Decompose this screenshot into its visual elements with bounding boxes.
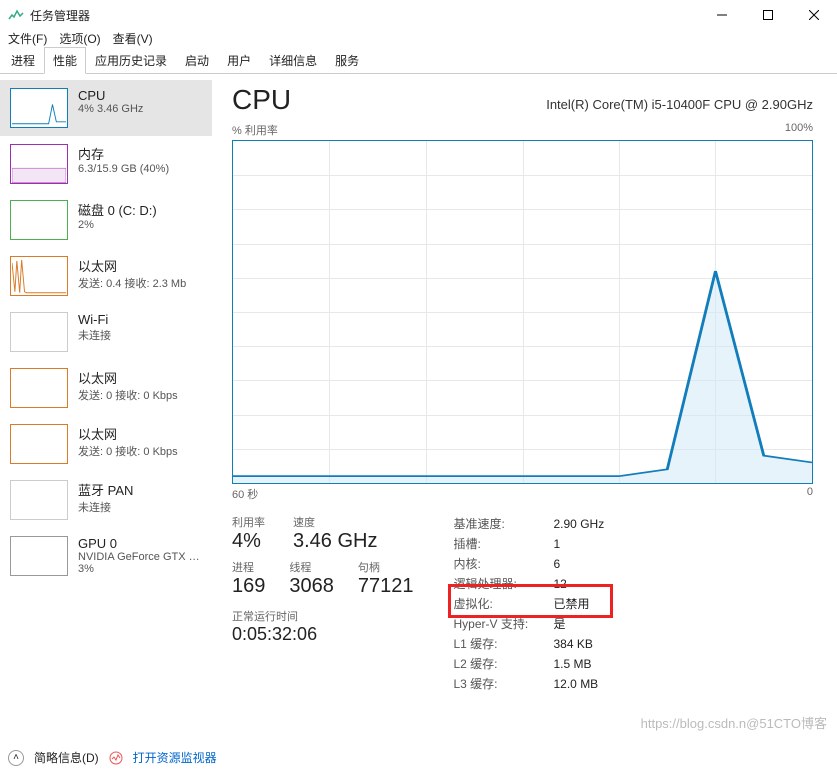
cpu-model: Intel(R) Core(TM) i5-10400F CPU @ 2.90GH…: [546, 97, 813, 112]
tab-services[interactable]: 服务: [326, 47, 368, 74]
minimize-button[interactable]: [699, 0, 745, 30]
proc-label: 进程: [232, 559, 265, 575]
sockets-val: 1: [554, 534, 561, 554]
tab-users[interactable]: 用户: [218, 47, 260, 74]
sockets-key: 插槽:: [454, 534, 536, 554]
sidebar-eth2-label: 以太网: [78, 368, 178, 387]
sidebar-eth1-label: 以太网: [78, 256, 186, 275]
util-value: 4%: [232, 530, 265, 553]
sidebar-gpu-sub: NVIDIA GeForce GTX …: [78, 551, 200, 563]
tab-bar: 进程 性能 应用历史记录 启动 用户 详细信息 服务: [0, 50, 837, 74]
footer: ˄ 简略信息(D) 打开资源监视器: [8, 749, 217, 766]
l1-key: L1 缓存:: [454, 634, 536, 654]
sidebar-item-bluetooth[interactable]: 蓝牙 PAN未连接: [0, 472, 212, 528]
sidebar-eth2-sub: 发送: 0 接收: 0 Kbps: [78, 387, 178, 403]
util-label: 利用率: [232, 514, 265, 530]
hyperv-key: Hyper-V 支持:: [454, 614, 536, 634]
virt-val: 已禁用: [554, 594, 590, 614]
l2-key: L2 缓存:: [454, 654, 536, 674]
cpu-utilization-chart[interactable]: [232, 140, 813, 484]
watermark: https://blog.csdn.n@51CTO博客: [641, 713, 827, 732]
l3-key: L3 缓存:: [454, 674, 536, 694]
tab-performance[interactable]: 性能: [44, 47, 86, 74]
uptime-value: 0:05:32:06: [232, 624, 414, 645]
sidebar-item-wifi[interactable]: Wi-Fi未连接: [0, 304, 212, 360]
basefreq-val: 2.90 GHz: [554, 514, 605, 534]
sidebar-gpu-label: GPU 0: [78, 536, 200, 551]
chart-ylabel: % 利用率: [232, 122, 278, 138]
window-title: 任务管理器: [30, 7, 90, 24]
sidebar-item-cpu[interactable]: CPU4% 3.46 GHz: [0, 80, 212, 136]
sidebar-eth3-label: 以太网: [78, 424, 178, 443]
sidebar-disk0-sub: 2%: [78, 219, 157, 231]
tab-details[interactable]: 详细信息: [260, 47, 326, 74]
sidebar-item-ethernet-3[interactable]: 以太网发送: 0 接收: 0 Kbps: [0, 416, 212, 472]
chart-xleft: 60 秒: [232, 486, 258, 502]
sidebar-item-ethernet-2[interactable]: 以太网发送: 0 接收: 0 Kbps: [0, 360, 212, 416]
tab-startup[interactable]: 启动: [176, 47, 218, 74]
sidebar-memory-sub: 6.3/15.9 GB (40%): [78, 163, 169, 175]
sidebar-gpu-sub2: 3%: [78, 563, 200, 575]
sidebar-cpu-label: CPU: [78, 88, 143, 103]
basefreq-key: 基准速度:: [454, 514, 536, 534]
resmon-icon: [109, 751, 123, 765]
proc-value: 169: [232, 575, 265, 598]
performance-content: CPU Intel(R) Core(TM) i5-10400F CPU @ 2.…: [212, 74, 837, 742]
hnd-value: 77121: [358, 575, 414, 598]
sidebar-memory-label: 内存: [78, 144, 169, 163]
thr-label: 线程: [289, 559, 334, 575]
hyperv-val: 是: [554, 614, 566, 634]
cores-key: 内核:: [454, 554, 536, 574]
speed-value: 3.46 GHz: [293, 530, 377, 553]
performance-sidebar: CPU4% 3.46 GHz 内存6.3/15.9 GB (40%) 磁盘 0 …: [0, 74, 212, 742]
tab-app-history[interactable]: 应用历史记录: [86, 47, 176, 74]
thr-value: 3068: [289, 575, 334, 598]
chevron-up-icon[interactable]: ˄: [8, 750, 24, 766]
maximize-button[interactable]: [745, 0, 791, 30]
sidebar-item-ethernet-1[interactable]: 以太网发送: 0.4 接收: 2.3 Mb: [0, 248, 212, 304]
l2-val: 1.5 MB: [554, 654, 592, 674]
sidebar-wifi-label: Wi-Fi: [78, 312, 111, 327]
chart-ymax: 100%: [785, 122, 813, 138]
titlebar: 任务管理器: [0, 0, 837, 30]
page-title: CPU: [232, 84, 291, 116]
tab-processes[interactable]: 进程: [2, 47, 44, 74]
hnd-label: 句柄: [358, 559, 414, 575]
speed-label: 速度: [293, 514, 377, 530]
sidebar-bt-label: 蓝牙 PAN: [78, 480, 133, 499]
l1-val: 384 KB: [554, 634, 593, 654]
uptime-label: 正常运行时间: [232, 608, 414, 624]
sidebar-eth3-sub: 发送: 0 接收: 0 Kbps: [78, 443, 178, 459]
sidebar-item-disk0[interactable]: 磁盘 0 (C: D:)2%: [0, 192, 212, 248]
sidebar-wifi-sub: 未连接: [78, 327, 111, 343]
close-button[interactable]: [791, 0, 837, 30]
chart-xright: 0: [807, 486, 813, 502]
l3-val: 12.0 MB: [554, 674, 599, 694]
open-resource-monitor-link[interactable]: 打开资源监视器: [133, 749, 217, 766]
sidebar-cpu-sub: 4% 3.46 GHz: [78, 103, 143, 115]
sidebar-bt-sub: 未连接: [78, 499, 133, 515]
lproc-val: 12: [554, 574, 567, 594]
sidebar-item-memory[interactable]: 内存6.3/15.9 GB (40%): [0, 136, 212, 192]
sidebar-item-gpu0[interactable]: GPU 0NVIDIA GeForce GTX …3%: [0, 528, 212, 584]
sidebar-disk0-label: 磁盘 0 (C: D:): [78, 200, 157, 219]
sidebar-eth1-sub: 发送: 0.4 接收: 2.3 Mb: [78, 275, 186, 291]
cores-val: 6: [554, 554, 561, 574]
lproc-key: 逻辑处理器:: [454, 574, 536, 594]
virt-key: 虚拟化:: [454, 594, 536, 614]
app-icon: [8, 7, 24, 23]
fewer-details-link[interactable]: 简略信息(D): [34, 749, 99, 766]
